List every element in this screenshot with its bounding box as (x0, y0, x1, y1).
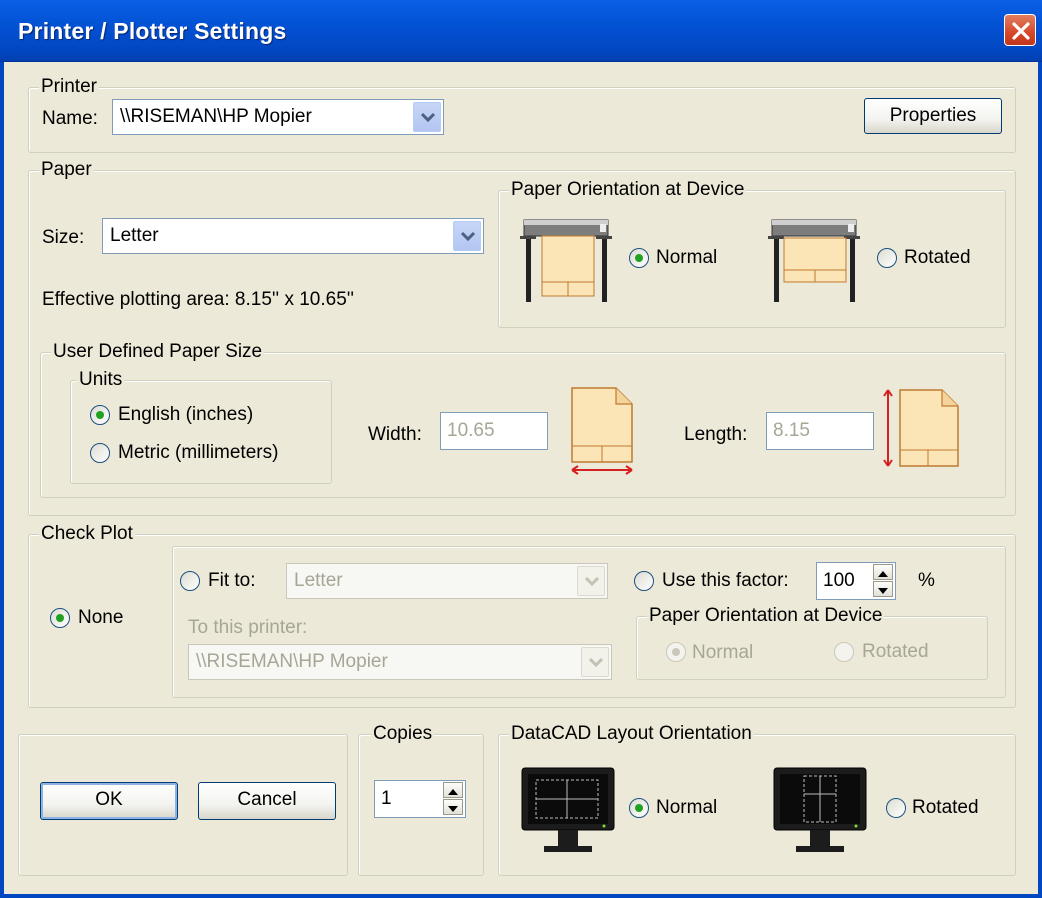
paper-group-legend: Paper (39, 159, 94, 181)
units-english-label[interactable]: English (inches) (118, 404, 253, 426)
width-input[interactable]: 10.65 (440, 412, 548, 450)
monitor-icon (773, 767, 867, 852)
length-input[interactable]: 8.15 (766, 412, 874, 450)
copies-increment-button[interactable] (443, 782, 463, 798)
printer-name-select[interactable]: \\RISEMAN\HP Mopier (112, 99, 444, 135)
window-frame-left (0, 62, 4, 898)
paper-size-select[interactable]: Letter (102, 218, 484, 254)
layout-orientation-normal-label[interactable]: Normal (656, 797, 717, 819)
units-metric-radio[interactable] (90, 443, 110, 463)
chevron-down-icon (585, 577, 599, 587)
layout-orientation-normal-radio[interactable] (629, 798, 649, 818)
chevron-down-icon (421, 113, 435, 123)
check-plot-orientation-legend: Paper Orientation at Device (647, 605, 885, 627)
paper-orientation-legend: Paper Orientation at Device (509, 179, 747, 201)
fit-to-label[interactable]: Fit to: (208, 570, 256, 592)
check-plot-legend: Check Plot (39, 523, 135, 545)
paper-page-icon (883, 389, 959, 467)
ok-button[interactable]: OK (40, 782, 178, 820)
plotter-icon (520, 219, 612, 302)
check-plot-orientation-normal-radio[interactable] (666, 642, 686, 662)
factor-increment-button[interactable] (873, 564, 893, 580)
factor-stepper[interactable]: 100 (816, 562, 896, 600)
copies-legend: Copies (371, 723, 435, 745)
length-value: 8.15 (773, 420, 810, 441)
check-plot-orientation-normal-label[interactable]: Normal (692, 642, 753, 664)
to-this-printer-select[interactable]: \\RISEMAN\HP Mopier (188, 644, 612, 680)
window-frame-right (1038, 62, 1042, 898)
use-factor-label[interactable]: Use this factor: (662, 570, 789, 592)
paper-size-value: Letter (110, 225, 159, 246)
units-legend: Units (77, 369, 125, 391)
properties-button[interactable]: Properties (864, 98, 1002, 134)
check-plot-orientation-rotated-label[interactable]: Rotated (862, 641, 929, 663)
paper-orientation-rotated-label[interactable]: Rotated (904, 247, 971, 269)
printer-group-legend: Printer (39, 76, 99, 98)
window-title: Printer / Plotter Settings (18, 18, 287, 44)
chevron-down-icon (878, 588, 888, 594)
layout-orientation-rotated-radio[interactable] (886, 798, 906, 818)
fit-to-value: Letter (294, 570, 343, 591)
paper-orientation-rotated-radio[interactable] (877, 248, 897, 268)
copies-stepper[interactable]: 1 (374, 780, 466, 818)
units-metric-label[interactable]: Metric (millimeters) (118, 442, 278, 464)
printer-name-label: Name: (42, 108, 98, 129)
length-label: Length: (684, 424, 748, 445)
chevron-up-icon (448, 789, 458, 795)
check-plot-orientation-rotated-radio[interactable] (834, 642, 854, 662)
monitor-icon (521, 767, 615, 852)
effective-plotting-area: Effective plotting area: 8.15'' x 10.65'… (42, 289, 355, 310)
printer-name-value: \\RISEMAN\HP Mopier (120, 106, 312, 127)
paper-size-dropdown-button[interactable] (453, 221, 481, 251)
user-defined-size-legend: User Defined Paper Size (51, 341, 265, 363)
to-this-printer-dropdown-button[interactable] (581, 647, 609, 677)
units-english-radio[interactable] (90, 405, 110, 425)
paper-size-label: Size: (42, 227, 85, 248)
chevron-up-icon (878, 571, 888, 577)
close-button[interactable] (1004, 14, 1036, 46)
width-label: Width: (368, 424, 422, 445)
to-this-printer-label: To this printer: (188, 617, 308, 638)
factor-percent-label: % (918, 570, 935, 591)
plotter-icon (768, 219, 860, 302)
fit-to-radio[interactable] (180, 571, 200, 591)
units-group: Units (70, 369, 332, 484)
factor-value: 100 (823, 570, 855, 591)
copies-decrement-button[interactable] (443, 799, 463, 815)
paper-orientation-normal-radio[interactable] (629, 248, 649, 268)
copies-value: 1 (381, 788, 392, 809)
check-plot-none-label[interactable]: None (78, 607, 123, 629)
width-value: 10.65 (447, 420, 495, 441)
chevron-down-icon (461, 232, 475, 242)
window-frame-bottom (0, 894, 1042, 898)
to-this-printer-value: \\RISEMAN\HP Mopier (196, 651, 388, 672)
layout-orientation-rotated-label[interactable]: Rotated (912, 797, 979, 819)
cancel-button[interactable]: Cancel (198, 782, 336, 820)
use-factor-radio[interactable] (634, 571, 654, 591)
chevron-down-icon (589, 658, 603, 668)
chevron-down-icon (448, 806, 458, 812)
close-icon (1012, 22, 1030, 40)
paper-orientation-normal-label[interactable]: Normal (656, 247, 717, 269)
layout-orientation-legend: DataCAD Layout Orientation (509, 723, 754, 745)
factor-decrement-button[interactable] (873, 581, 893, 597)
paper-page-icon (571, 387, 633, 475)
check-plot-none-radio[interactable] (50, 608, 70, 628)
check-plot-orientation-group: Paper Orientation at Device (636, 605, 988, 680)
printer-name-dropdown-button[interactable] (413, 102, 441, 132)
fit-to-select[interactable]: Letter (286, 563, 608, 599)
fit-to-dropdown-button[interactable] (577, 566, 605, 596)
